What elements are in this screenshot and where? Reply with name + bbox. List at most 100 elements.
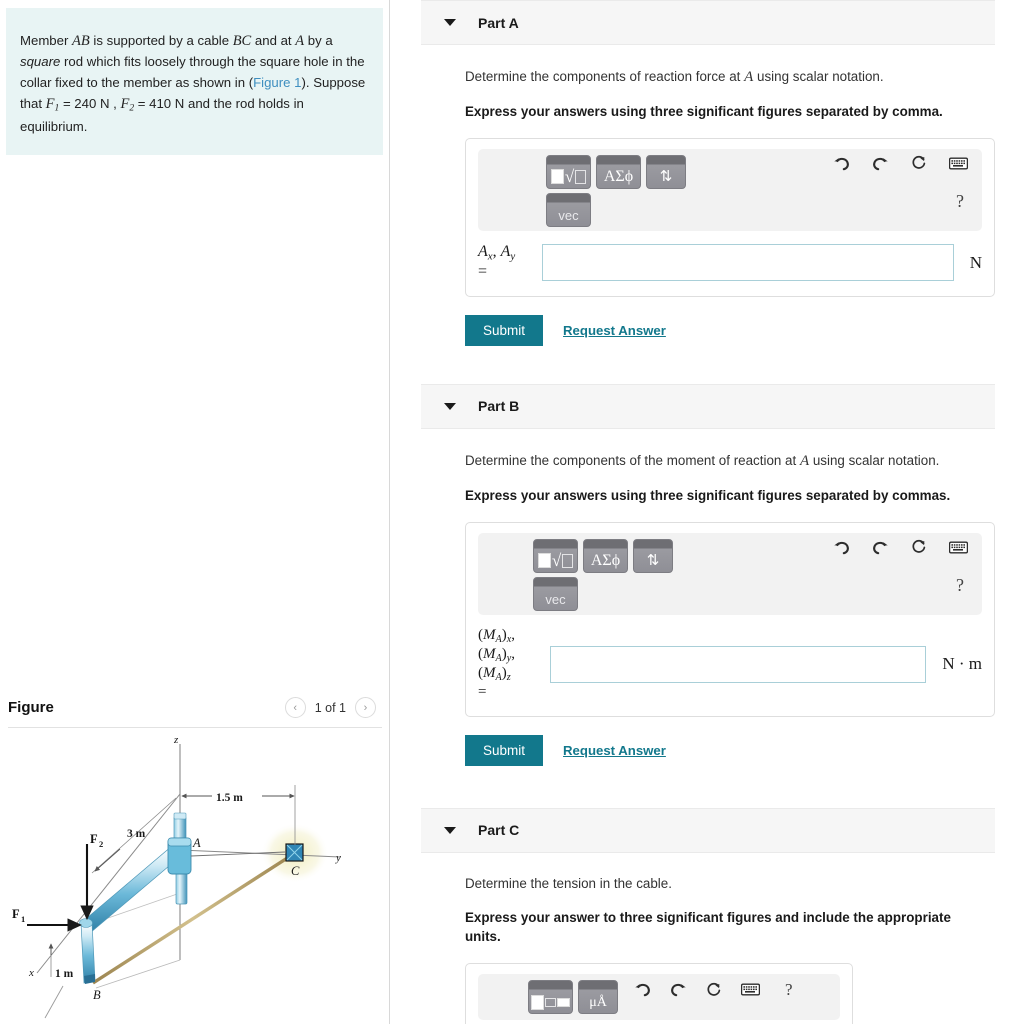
axis-x-label: x <box>28 967 34 979</box>
part-a-tool-icons <box>833 155 968 171</box>
right-panel: Part A Determine the components of react… <box>391 0 1014 1024</box>
redo-icon[interactable] <box>670 982 687 997</box>
figure-1-link[interactable]: Figure 1 <box>253 75 301 90</box>
figure-next-button[interactable]: › <box>355 697 376 718</box>
part-a-prompt-after: using scalar notation. <box>753 69 884 84</box>
part-a-answer-label: Ax, Ay = <box>478 243 516 281</box>
part-c-label: Part C <box>478 822 520 839</box>
part-c-header[interactable]: Part C <box>421 807 995 853</box>
part-c-instruction: Express your answer to three significant… <box>465 909 951 944</box>
reset-icon[interactable] <box>706 982 722 998</box>
vec-icon[interactable]: vec <box>546 193 591 228</box>
problem-text-1: Member <box>20 33 73 48</box>
part-a-palette: √ ΑΣϕ ⇅ vec <box>546 155 686 228</box>
keyboard-icon[interactable] <box>949 541 968 554</box>
axis-z-label: z <box>173 734 179 746</box>
force-f2-sub: 2 <box>99 839 103 849</box>
part-a-actions: Submit Request Answer <box>465 314 995 346</box>
part-b-palette: √ ΑΣϕ ⇅ vec <box>533 539 673 612</box>
part-b-header[interactable]: Part B <box>421 383 995 429</box>
force-f1-label: F <box>12 907 20 921</box>
keyboard-icon[interactable] <box>949 157 968 170</box>
cable-bc <box>92 853 293 985</box>
part-a-block: Part A Determine the components of react… <box>421 0 995 384</box>
part-a-unit: N <box>969 252 982 272</box>
part-b-prompt-after: using scalar notation. <box>809 452 940 468</box>
dim-1p5m-label: 1.5 m <box>216 792 243 804</box>
part-a-prompt: Determine the components of reaction for… <box>465 67 995 88</box>
symbol-a: A <box>295 33 305 49</box>
reset-icon[interactable] <box>911 155 927 171</box>
figure-counter: 1 of 1 <box>314 700 346 715</box>
part-b-submit-button[interactable]: Submit <box>465 734 544 766</box>
part-b-body: Determine the components of the moment o… <box>421 451 995 766</box>
figure-title: Figure <box>8 699 54 716</box>
units-icon[interactable]: μÅ <box>578 979 618 1014</box>
part-a-prompt-before: Determine the components of reaction for… <box>465 69 745 84</box>
part-b-actions: Submit Request Answer <box>465 734 995 766</box>
updown-arrows-icon[interactable]: ⇅ <box>633 539 673 574</box>
problem-text-3: and at <box>251 33 296 48</box>
part-b-request-answer-link[interactable]: Request Answer <box>563 743 666 758</box>
undo-icon[interactable] <box>634 982 651 997</box>
symbol-f1: F <box>45 96 55 113</box>
problem-text-2: is supported by a cable <box>89 33 233 48</box>
part-b-answer-input[interactable] <box>550 645 927 683</box>
reset-icon[interactable] <box>911 539 927 555</box>
chevron-down-icon[interactable] <box>444 19 456 26</box>
keyboard-icon[interactable] <box>741 983 760 996</box>
template-icon[interactable] <box>528 979 573 1014</box>
help-icon[interactable]: ? <box>785 980 793 1000</box>
vec-icon[interactable]: vec <box>533 577 578 612</box>
units-icon-label: μÅ <box>589 994 607 1010</box>
part-a-header[interactable]: Part A <box>421 0 995 45</box>
part-a-answer-row: Ax, Ay = N <box>478 243 982 282</box>
figure-diagram: z y x A C 1.5 m 3 m F 2 F 1 1 m B <box>12 734 341 1019</box>
part-c-answer-card: μÅ ? <box>465 962 853 1024</box>
figure-prev-button[interactable]: ‹ <box>284 697 306 718</box>
part-b-prompt-before: Determine the components of the moment o… <box>465 452 800 468</box>
part-b-math-toolbar: √ ΑΣϕ ⇅ vec ? <box>478 533 982 616</box>
page-root: Member AB is supported by a cable BC and… <box>0 0 1014 1024</box>
member-lower-leg <box>80 922 96 984</box>
part-a-submit-button[interactable]: Submit <box>465 314 544 346</box>
dim-arrow-3m <box>94 848 121 872</box>
part-b-block: Part B Determine the components of the m… <box>421 383 995 808</box>
part-a-math-toolbar: √ ΑΣϕ ⇅ vec ? <box>478 149 982 232</box>
part-b-unit: N · m <box>942 654 982 674</box>
undo-icon[interactable] <box>833 156 850 171</box>
undo-icon[interactable] <box>833 540 850 555</box>
dim-3m-label: 3 m <box>127 828 146 840</box>
axis-x-line-lower <box>44 985 64 1019</box>
template-icon[interactable]: √ <box>533 539 578 574</box>
part-c-block: Part C Determine the tension in the cabl… <box>421 807 995 1024</box>
problem-text-4: by a <box>304 33 333 48</box>
force-f1-sub: 1 <box>21 914 25 924</box>
help-icon[interactable]: ? <box>956 575 964 596</box>
part-c-prompt: Determine the tension in the cable. <box>465 875 672 891</box>
part-b-answer-card: √ ΑΣϕ ⇅ vec ? (MA)x, (MA)y, (MA)z = N · … <box>465 522 995 717</box>
greek-icon-label: ΑΣϕ <box>590 552 621 570</box>
symbol-bc: BC <box>232 33 252 49</box>
greek-icon[interactable]: ΑΣϕ <box>583 539 628 574</box>
part-a-answer-input[interactable] <box>542 244 954 281</box>
part-c-palette: μÅ <box>528 979 618 1014</box>
part-a-prompt-symbol: A <box>744 69 754 85</box>
chevron-down-icon[interactable] <box>444 826 456 834</box>
part-a-request-answer-link[interactable]: Request Answer <box>563 323 666 338</box>
point-a-label: A <box>192 836 201 850</box>
point-c-label: C <box>291 864 300 878</box>
symbol-ab: AB <box>72 33 90 49</box>
template-icon[interactable]: √ <box>546 155 591 190</box>
part-b-instruction: Express your answers using three signifi… <box>465 487 951 503</box>
redo-icon[interactable] <box>872 540 889 555</box>
part-b-prompt-symbol: A <box>799 452 810 469</box>
redo-icon[interactable] <box>872 156 889 171</box>
help-icon[interactable]: ? <box>956 191 964 212</box>
chevron-down-icon[interactable] <box>444 402 456 410</box>
updown-arrows-icon[interactable]: ⇅ <box>646 155 686 190</box>
part-b-answer-label: (MA)x, (MA)y, (MA)z = <box>478 627 516 701</box>
figure-nav: ‹ 1 of 1 › <box>284 697 376 718</box>
greek-icon[interactable]: ΑΣϕ <box>596 155 641 190</box>
part-a-label: Part A <box>478 14 519 31</box>
